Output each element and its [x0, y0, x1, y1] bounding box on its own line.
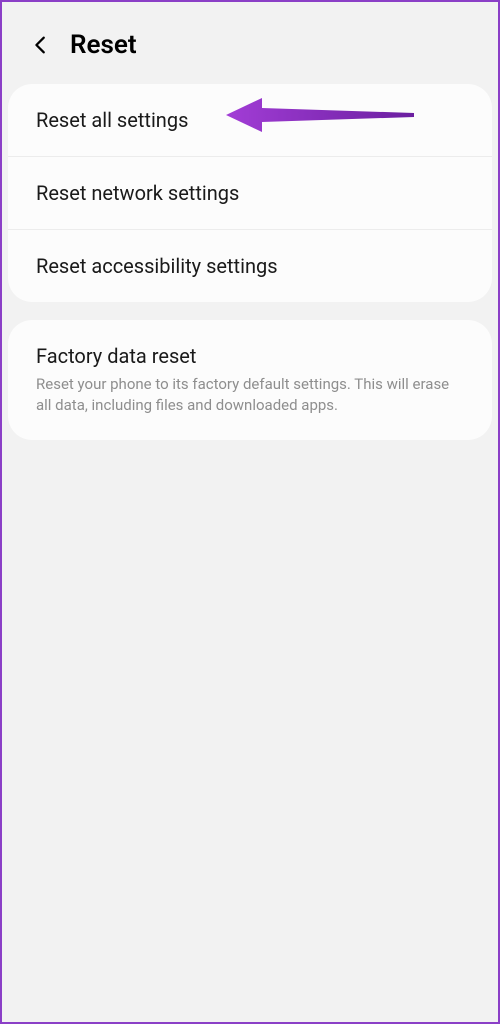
reset-network-settings-item[interactable]: Reset network settings	[8, 156, 492, 229]
list-item-description: Reset your phone to its factory default …	[36, 374, 464, 416]
header: Reset	[2, 2, 498, 84]
reset-all-settings-item[interactable]: Reset all settings	[8, 84, 492, 156]
reset-options-group: Reset all settings Reset network setting…	[8, 84, 492, 302]
factory-reset-group: Factory data reset Reset your phone to i…	[8, 320, 492, 440]
factory-data-reset-item[interactable]: Factory data reset Reset your phone to i…	[8, 320, 492, 440]
reset-accessibility-settings-item[interactable]: Reset accessibility settings	[8, 229, 492, 302]
list-item-label: Reset all settings	[36, 108, 464, 132]
page-title: Reset	[70, 30, 137, 60]
list-item-label: Reset network settings	[36, 181, 464, 205]
back-icon[interactable]	[30, 34, 52, 56]
list-item-label: Factory data reset	[36, 344, 464, 368]
list-item-label: Reset accessibility settings	[36, 254, 464, 278]
